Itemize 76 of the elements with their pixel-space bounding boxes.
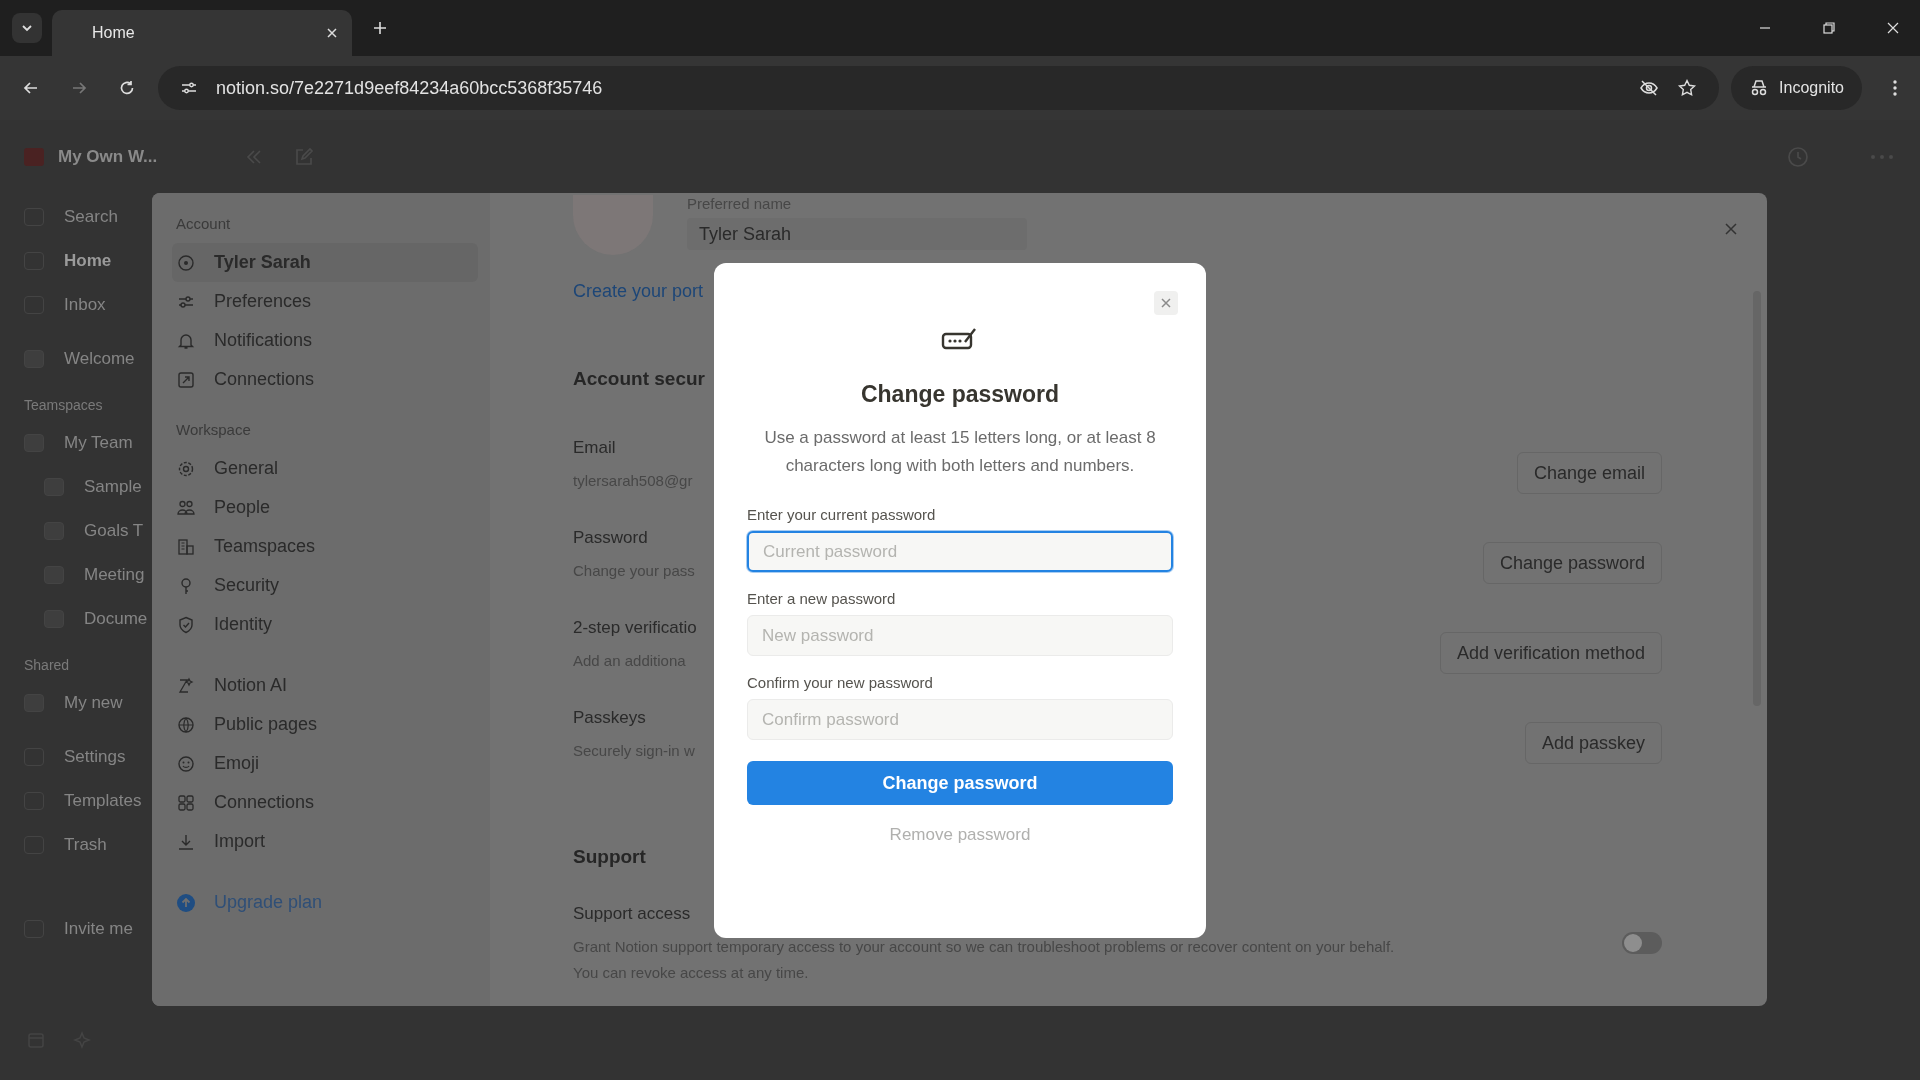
eye-slash-icon[interactable] xyxy=(1639,78,1660,98)
sidebar-section-title: Teamspaces xyxy=(24,396,104,415)
avatar-icon xyxy=(176,252,196,273)
sidebar-page[interactable]: Welcome xyxy=(24,337,152,381)
url-text: notion.so/7e2271d9eef84234a60bcc5368f35746 xyxy=(216,77,603,99)
more-vertical-icon[interactable] xyxy=(1892,79,1898,97)
reload-icon[interactable] xyxy=(118,79,136,97)
sidebar-page[interactable]: Meeting xyxy=(24,553,152,597)
setting-button[interactable]: Change email xyxy=(1516,452,1662,494)
address-bar[interactable]: notion.so/7e2271d9eef84234a60bcc5368f35746 xyxy=(158,66,1720,110)
section-heading: Support xyxy=(573,846,646,868)
settings-nav-item[interactable]: Identity xyxy=(172,605,478,644)
shield-icon xyxy=(176,614,196,635)
sidebar-page[interactable]: Docume xyxy=(24,597,152,641)
field-label: Confirm your new password xyxy=(747,674,934,691)
name-input[interactable]: Tyler Sarah xyxy=(687,218,1027,250)
setting-title: 2-step verificatio xyxy=(573,617,697,638)
change-password-button[interactable]: Change password xyxy=(747,761,1173,805)
setting-button[interactable]: Change password xyxy=(1482,542,1662,584)
arrow-box-icon xyxy=(176,369,196,390)
settings-nav-item[interactable]: People xyxy=(172,488,478,527)
portrait-link[interactable]: Create your port xyxy=(573,281,704,302)
setting-button[interactable]: Add verification method xyxy=(1439,632,1662,674)
dialog-title: Change password xyxy=(860,381,1060,408)
invite-members-item[interactable]: Invite me xyxy=(24,907,152,951)
sidebar-item[interactable]: Search xyxy=(24,195,152,239)
field-label: Enter your current password xyxy=(747,506,937,523)
sidebar-page[interactable]: Goals T xyxy=(24,509,152,553)
sidebar-item[interactable]: Inbox xyxy=(24,283,152,327)
sidebar-page[interactable]: My Team xyxy=(24,421,152,465)
settings-nav-item[interactable]: General xyxy=(172,449,478,488)
setting-title: Support access xyxy=(573,904,692,924)
remove-password-button[interactable]: Remove password xyxy=(883,821,1037,849)
password-input[interactable]: Current password xyxy=(747,531,1173,572)
sidebar-item[interactable]: Settings xyxy=(24,735,152,779)
sidebar-section-title: Shared xyxy=(24,656,71,675)
tab-search-button[interactable] xyxy=(12,13,42,43)
dialog-description: Use a password at least 15 letters long, or at least 8 characters long with both letters and numbers. xyxy=(763,427,1157,477)
field-label: Enter a new password xyxy=(747,590,897,607)
settings-nav-item[interactable]: Security xyxy=(172,566,478,605)
settings-nav-item[interactable]: Teamspaces xyxy=(172,527,478,566)
section-heading: Account secur xyxy=(573,368,705,390)
sidebar-item[interactable]: Templates xyxy=(24,779,152,823)
setting-button[interactable]: Add passkey xyxy=(1524,722,1662,764)
upgrade-plan-link[interactable]: Upgrade plan xyxy=(172,883,478,922)
globe-icon xyxy=(176,714,196,735)
sidebar-page[interactable]: My new xyxy=(24,681,152,725)
setting-title: Passkeys xyxy=(573,707,647,728)
settings-nav-item[interactable]: Import xyxy=(172,822,478,861)
close-button[interactable] xyxy=(1154,291,1178,315)
settings-nav-item[interactable]: Connections xyxy=(172,360,478,399)
sidebar-item[interactable]: Home xyxy=(24,239,152,283)
building-icon xyxy=(176,536,196,557)
setting-title: Email xyxy=(573,437,617,458)
grid-icon xyxy=(176,792,196,813)
settings-nav-item[interactable]: Emoji xyxy=(172,744,478,783)
star-icon[interactable] xyxy=(1677,78,1698,98)
browser-tab[interactable]: Home xyxy=(52,10,352,56)
settings-nav-item[interactable]: Tyler Sarah xyxy=(172,243,478,282)
restore-icon[interactable] xyxy=(1822,21,1836,35)
new-tab-icon[interactable] xyxy=(372,20,388,36)
tab-title: Home xyxy=(92,24,135,42)
workspace-name[interactable]: My Own W... xyxy=(58,146,158,167)
settings-nav-item[interactable]: Notion AI xyxy=(172,666,478,705)
arrow-up-circle-icon xyxy=(176,892,196,913)
setting-title: Password xyxy=(573,527,649,548)
toggle-switch[interactable] xyxy=(1622,932,1662,954)
close-icon xyxy=(1160,297,1172,309)
settings-nav-item[interactable]: Public pages xyxy=(172,705,478,744)
sidebar-page[interactable]: Sample xyxy=(24,465,152,509)
incognito-badge[interactable]: Incognito xyxy=(1731,66,1862,110)
smiley-icon xyxy=(176,753,196,774)
settings-nav-item[interactable]: Preferences xyxy=(172,282,478,321)
settings-nav-item[interactable]: Notifications xyxy=(172,321,478,360)
settings-nav-item[interactable]: Connections xyxy=(172,783,478,822)
sidebar-item[interactable]: Trash xyxy=(24,823,152,867)
